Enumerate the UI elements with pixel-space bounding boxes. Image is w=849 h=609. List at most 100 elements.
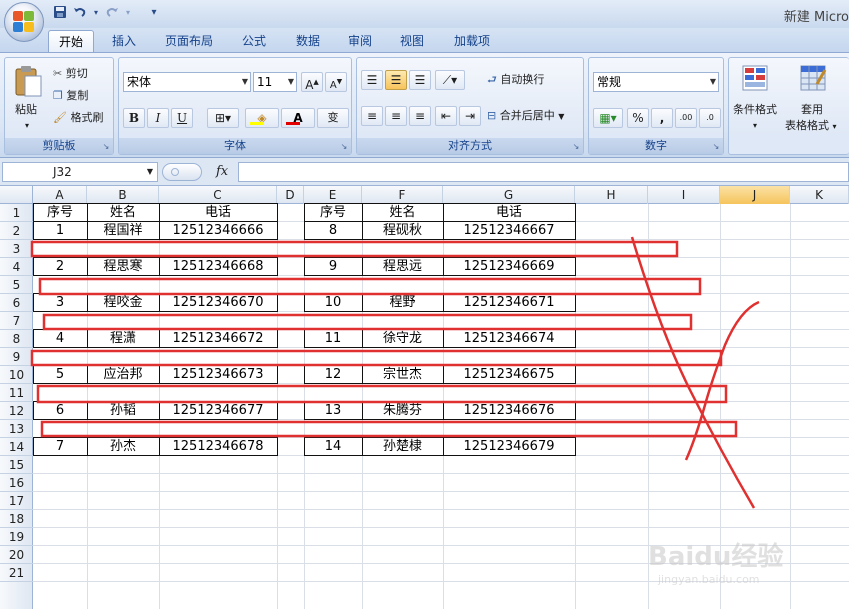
chevron-down-icon: ▼ [146, 167, 153, 176]
wrap-text-button[interactable]: ⮐ 自动换行 [487, 72, 544, 88]
font-size-select[interactable]: 11 ▼ [253, 72, 297, 92]
number-format-select[interactable]: 常规 ▼ [593, 72, 719, 92]
currency-icon: ▦▾ [599, 111, 617, 125]
formula-bar: J32 ▼ fx [0, 158, 849, 186]
align-center-button[interactable]: ≡ [385, 106, 407, 126]
fill-color-button[interactable]: ◈ [245, 108, 279, 128]
font-name-value: 宋体 [127, 75, 152, 89]
align-right-button[interactable]: ≡ [409, 106, 431, 126]
decrease-decimal-button[interactable]: .0 [699, 108, 721, 128]
wrap-text-icon: ⮐ [487, 73, 497, 86]
align-middle-icon: ☰ [390, 73, 402, 87]
redo-dropdown-icon[interactable]: ▾ [120, 5, 136, 21]
number-launcher-icon[interactable]: ↘ [711, 142, 721, 152]
align-middle-button[interactable]: ☰ [385, 70, 407, 90]
paste-dropdown-icon[interactable]: ▾ [25, 118, 29, 134]
name-box-value: J32 [53, 165, 72, 179]
cut-label: 剪切 [65, 67, 88, 80]
phonetic-button[interactable]: 变 [317, 108, 349, 128]
tab-home[interactable]: 开始 [48, 30, 94, 52]
table-style-label-1[interactable]: 套用 [801, 102, 823, 118]
increase-decimal-button[interactable]: .00 [675, 108, 697, 128]
formula-controls: fx [162, 162, 236, 182]
save-icon[interactable] [52, 5, 68, 21]
increase-indent-icon: ⇥ [464, 109, 476, 123]
cross-mark-stroke [630, 236, 756, 509]
underline-button[interactable]: U [171, 108, 193, 128]
tab-page-layout[interactable]: 页面布局 [156, 30, 222, 52]
copy-button[interactable]: ❐ 复制 [53, 88, 88, 104]
grow-font-button[interactable]: A▲ [301, 72, 323, 92]
conditional-format-button[interactable]: 条件格式 [733, 102, 777, 118]
blank-row-annotation [36, 384, 728, 404]
font-group-label: 字体 [119, 138, 351, 154]
bold-button[interactable]: B [123, 108, 145, 128]
customize-qat-icon[interactable]: ▾ [146, 5, 162, 21]
font-color-button[interactable]: A [281, 108, 315, 128]
scissors-icon: ✂ [53, 67, 63, 80]
decrease-indent-button[interactable]: ⇤ [435, 106, 457, 126]
tab-insert[interactable]: 插入 [102, 30, 146, 52]
chevron-down-icon: ▾ [832, 122, 837, 131]
chevron-down-icon[interactable]: ▾ [753, 118, 757, 134]
circle-icon [171, 168, 179, 176]
orientation-button[interactable]: ⟋▾ [435, 70, 465, 90]
tab-view[interactable]: 视图 [390, 30, 434, 52]
align-top-button[interactable]: ☰ [361, 70, 383, 90]
align-bottom-button[interactable]: ☰ [409, 70, 431, 90]
formula-input[interactable] [238, 162, 849, 182]
chevron-down-icon: ▼ [287, 77, 294, 86]
font-launcher-icon[interactable]: ↘ [339, 142, 349, 152]
conditional-format-icon[interactable] [741, 64, 769, 92]
blank-row-annotation [30, 349, 723, 367]
decrease-decimal-icon: .0 [706, 113, 714, 122]
align-left-button[interactable]: ≡ [361, 106, 383, 126]
blank-row-annotation [38, 277, 702, 296]
tab-data[interactable]: 数据 [286, 30, 330, 52]
align-top-icon: ☰ [366, 73, 378, 87]
border-icon: ⊞▾ [214, 111, 232, 125]
font-size-value: 11 [257, 75, 273, 89]
insert-function-button[interactable]: fx [216, 162, 228, 182]
styles-group: 条件格式 ▾ 套用 表格格式 ▾ [728, 57, 849, 155]
paste-icon[interactable] [13, 64, 43, 98]
merge-center-button[interactable]: ⊟ 合并后居中 ▼ [487, 108, 564, 125]
font-name-select[interactable]: 宋体 ▼ [123, 72, 251, 92]
currency-button[interactable]: ▦▾ [593, 108, 623, 128]
alignment-launcher-icon[interactable]: ↘ [571, 142, 581, 152]
merge-icon: ⊟ [487, 109, 497, 122]
paste-button[interactable]: 粘贴 [15, 102, 37, 118]
tab-formulas[interactable]: 公式 [232, 30, 276, 52]
title-bar: ▾ ▾ ▾ 新建 Micro [0, 0, 849, 28]
percent-button[interactable]: % [627, 108, 649, 128]
copy-label: 复制 [66, 89, 89, 102]
name-box[interactable]: J32 ▼ [2, 162, 158, 182]
align-center-icon: ≡ [390, 109, 402, 123]
increase-decimal-icon: .00 [679, 113, 693, 122]
clipboard-launcher-icon[interactable]: ↘ [101, 142, 111, 152]
comma-button[interactable]: , [651, 108, 673, 128]
table-style-icon[interactable] [799, 64, 827, 92]
italic-button[interactable]: I [147, 108, 169, 128]
redo-icon[interactable] [104, 5, 120, 21]
office-button[interactable] [4, 2, 44, 42]
increase-indent-button[interactable]: ⇥ [459, 106, 481, 126]
table-style-label-2[interactable]: 表格格式 ▾ [785, 118, 837, 135]
align-left-icon: ≡ [366, 109, 378, 123]
chevron-down-icon: ▼ [709, 77, 716, 86]
clipboard-group-label: 剪贴板 [5, 138, 113, 154]
undo-dropdown-icon[interactable]: ▾ [88, 5, 104, 21]
merge-label: 合并后居中 [499, 109, 555, 122]
worksheet-grid[interactable]: ABCDEFGHIJK 1 2 3 4 5 6 7 8 9 10 11 12 13 14 15 16 17 18 1… [0, 186, 849, 609]
font-group: 宋体 ▼ 11 ▼ A▲ A▼ B I U ⊞▾ ◈ A 变 字体 ↘ [118, 57, 352, 155]
undo-icon[interactable] [72, 5, 88, 21]
copy-icon: ❐ [53, 89, 63, 102]
align-right-icon: ≡ [414, 109, 426, 123]
decrease-indent-icon: ⇤ [440, 109, 452, 123]
tab-addins[interactable]: 加载项 [444, 30, 500, 52]
format-painter-button[interactable]: 🖌 格式刷 [53, 110, 103, 126]
shrink-font-button[interactable]: A▼ [325, 72, 347, 92]
cut-button[interactable]: ✂ 剪切 [53, 66, 88, 82]
tab-review[interactable]: 审阅 [338, 30, 382, 52]
borders-button[interactable]: ⊞▾ [207, 108, 239, 128]
